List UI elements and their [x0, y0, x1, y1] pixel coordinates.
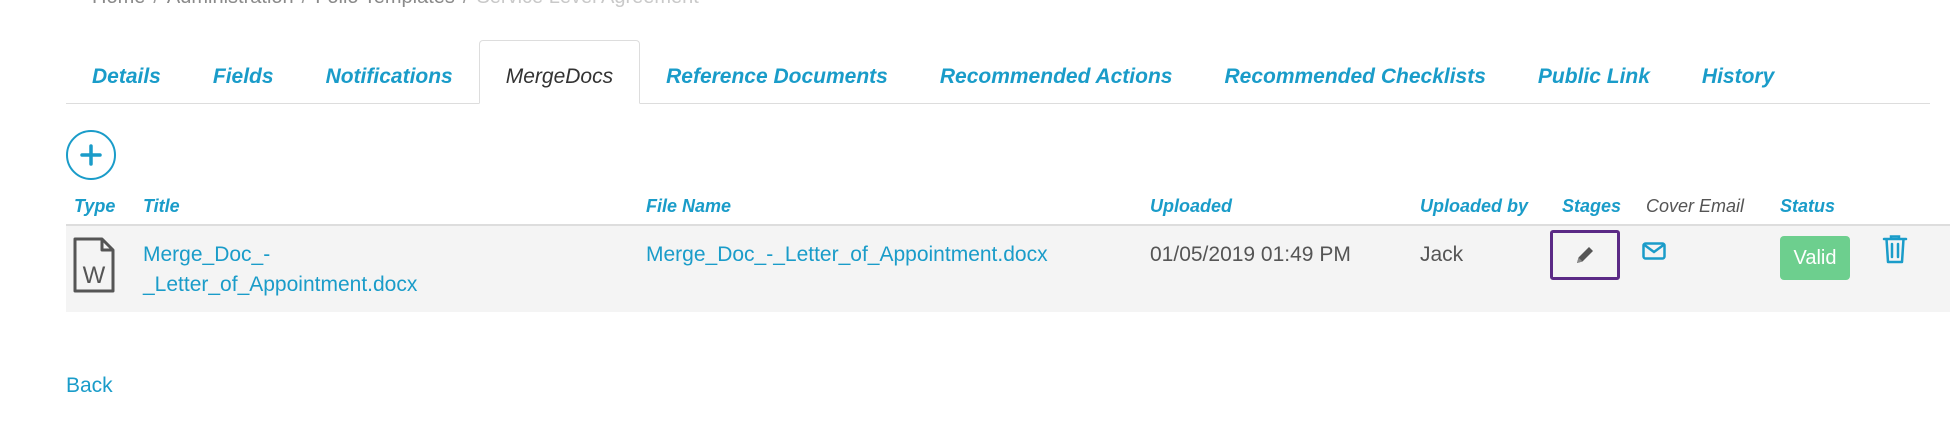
- row-uploaded: 01/05/2019 01:49 PM: [1150, 243, 1351, 266]
- header-file-name[interactable]: File Name: [646, 196, 731, 217]
- plus-icon: [80, 144, 102, 166]
- back-link[interactable]: Back: [66, 374, 113, 398]
- breadcrumb: Home/Administration/Folio Templates/Serv…: [92, 0, 699, 9]
- tab-recommended-actions[interactable]: Recommended Actions: [914, 40, 1199, 103]
- header-status[interactable]: Status: [1780, 196, 1835, 217]
- breadcrumb-folio-templates[interactable]: Folio Templates: [315, 0, 455, 8]
- envelope-icon: [1642, 242, 1666, 260]
- word-document-icon: W: [72, 236, 116, 299]
- row-title-line2: _Letter_of_Appointment.docx: [143, 273, 418, 296]
- tab-history[interactable]: History: [1676, 40, 1800, 103]
- header-stages[interactable]: Stages: [1562, 196, 1621, 217]
- tab-mergedocs[interactable]: MergeDocs: [478, 40, 641, 104]
- tab-details[interactable]: Details: [66, 40, 187, 103]
- tab-recommended-checklists[interactable]: Recommended Checklists: [1198, 40, 1511, 103]
- status-badge: Valid: [1780, 236, 1850, 280]
- tab-bar: Details Fields Notifications MergeDocs R…: [66, 40, 1930, 104]
- mergedocs-table: Type Title File Name Uploaded Uploaded b…: [66, 188, 1950, 312]
- header-cover-email: Cover Email: [1646, 196, 1745, 216]
- header-uploaded[interactable]: Uploaded: [1150, 196, 1232, 217]
- pencil-icon: [1577, 247, 1593, 263]
- row-title-line1: Merge_Doc_-: [143, 243, 271, 266]
- table-header: Type Title File Name Uploaded Uploaded b…: [66, 188, 1950, 226]
- header-title[interactable]: Title: [143, 196, 180, 217]
- breadcrumb-home[interactable]: Home: [92, 0, 145, 8]
- table-row: W Merge_Doc_- _Letter_of_Appointment.doc…: [66, 226, 1950, 312]
- svg-text:W: W: [83, 262, 106, 289]
- trash-icon: [1882, 235, 1908, 264]
- add-mergedoc-button[interactable]: [66, 130, 116, 180]
- breadcrumb-current: Service Level Agreement: [476, 0, 698, 8]
- edit-stages-button[interactable]: [1550, 230, 1620, 280]
- header-uploaded-by[interactable]: Uploaded by: [1420, 196, 1528, 217]
- tab-public-link[interactable]: Public Link: [1512, 40, 1676, 103]
- page: Home/Administration/Folio Templates/Serv…: [0, 0, 1950, 440]
- header-type[interactable]: Type: [74, 196, 115, 217]
- delete-button[interactable]: [1882, 234, 1908, 269]
- tab-notifications[interactable]: Notifications: [300, 40, 479, 103]
- tab-fields[interactable]: Fields: [187, 40, 300, 103]
- tab-reference-documents[interactable]: Reference Documents: [640, 40, 914, 103]
- cover-email-button[interactable]: [1642, 242, 1666, 265]
- row-file-name-link[interactable]: Merge_Doc_-_Letter_of_Appointment.docx: [646, 240, 1048, 270]
- breadcrumb-administration[interactable]: Administration: [167, 0, 294, 8]
- row-uploaded-by: Jack: [1420, 243, 1464, 266]
- row-title-link[interactable]: Merge_Doc_- _Letter_of_Appointment.docx: [143, 240, 417, 300]
